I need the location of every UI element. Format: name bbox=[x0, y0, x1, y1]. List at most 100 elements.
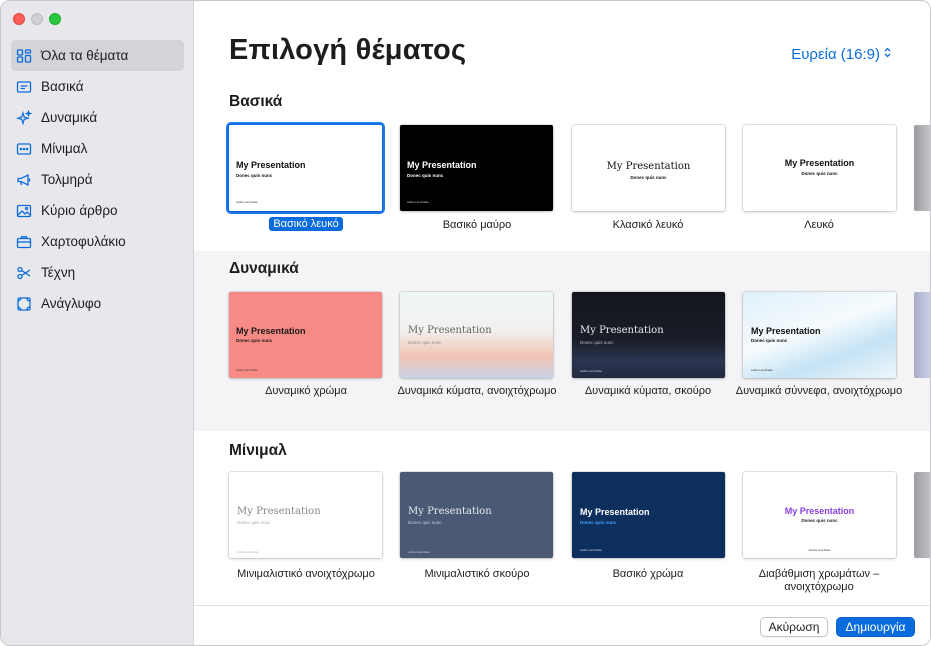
sidebar-item-dynamic[interactable]: Δυναμικά bbox=[11, 102, 184, 133]
minimize-window-button[interactable] bbox=[31, 13, 43, 25]
section-minimal: Μίνιμαλ My Presentation Donec quis nunc … bbox=[194, 431, 930, 605]
theme-thumbnail-basic-white[interactable]: My Presentation Donec quis nunc Author a… bbox=[229, 125, 382, 211]
thumb-subtitle: Donec quis nunc bbox=[801, 171, 838, 176]
theme-label[interactable]: Μινιμαλιστικό ανοιχτόχρωμο bbox=[221, 568, 391, 581]
theme-label[interactable]: Δυναμικό χρώμα bbox=[221, 385, 391, 398]
theme-label[interactable]: Βασικό χρώμα bbox=[563, 568, 733, 581]
thumb-title: My Presentation bbox=[407, 160, 477, 170]
sidebar-item-minimal[interactable]: Μίνιμαλ bbox=[11, 133, 184, 164]
photo-icon bbox=[16, 203, 32, 219]
sidebar-item-label: Χαρτοφυλάκιο bbox=[41, 234, 126, 249]
minimal-slide-icon bbox=[16, 141, 32, 157]
thumb-title: My Presentation bbox=[784, 506, 855, 516]
thumb-title: My Presentation bbox=[236, 326, 306, 336]
thumb-subtitle: Donec quis nunc bbox=[236, 338, 273, 343]
theme-label[interactable]: Δυναμικά κύματα, σκούρο bbox=[563, 385, 733, 398]
sidebar-item-portfolio[interactable]: Χαρτοφυλάκιο bbox=[11, 226, 184, 257]
cancel-button[interactable]: Ακύρωση bbox=[760, 617, 828, 637]
theme-label[interactable]: Δυναμικά σύννεφα, ανοιχτόχρωμο bbox=[734, 385, 904, 398]
theme-thumbnail-minimal-dark[interactable]: My Presentation Donec quis nunc Author a… bbox=[400, 472, 553, 558]
theme-thumbnail-minimal-light[interactable]: My Presentation Donec quis nunc Author a… bbox=[229, 472, 382, 558]
section-basic: Βασικά My Presentation Donec quis nunc A… bbox=[194, 1, 930, 251]
theme-label[interactable]: Βασικό μαύρο bbox=[392, 219, 562, 232]
section-dynamic: Δυναμικά My Presentation Donec quis nunc… bbox=[194, 251, 930, 431]
sidebar-item-label: Βασικά bbox=[41, 79, 84, 94]
theme-label[interactable]: Διαβάθμιση χρωμάτων – ανοιχτόχρωμο bbox=[734, 568, 904, 594]
sparkles-icon bbox=[16, 109, 32, 126]
theme-label[interactable]: Μινιμαλιστικό σκούρο bbox=[392, 568, 562, 581]
theme-thumbnail-dynamic-waves-dark[interactable]: My Presentation Donec quis nunc Author a… bbox=[572, 292, 725, 378]
sidebar-item-editorial[interactable]: Κύριο άρθρο bbox=[11, 195, 184, 226]
next-theme-peek bbox=[914, 292, 930, 378]
thumb-subtitle: Donec quis nunc bbox=[751, 338, 788, 343]
theme-label[interactable]: Κλασικό λευκό bbox=[563, 219, 733, 232]
theme-thumbnail-classic-white[interactable]: My Presentation Donec quis nunc bbox=[572, 125, 725, 211]
basic-slide-icon bbox=[16, 79, 32, 95]
thumb-author: Author and Date bbox=[236, 200, 258, 204]
sidebar-item-label: Δυναμικά bbox=[41, 110, 98, 125]
thumb-subtitle: Donec quis nunc bbox=[408, 340, 442, 345]
scissors-icon bbox=[16, 265, 32, 281]
grid-icon bbox=[16, 48, 32, 64]
sidebar-item-texture[interactable]: Ανάγλυφο bbox=[11, 288, 184, 319]
briefcase-icon bbox=[16, 234, 32, 250]
section-title: Μίνιμαλ bbox=[229, 442, 287, 459]
thumb-subtitle: Donec quis nunc bbox=[801, 518, 838, 523]
thumb-author: Author and Date bbox=[407, 200, 429, 204]
sidebar-item-label: Ανάγλυφο bbox=[41, 296, 102, 311]
close-window-button[interactable] bbox=[13, 13, 25, 25]
sidebar-item-label: Τέχνη bbox=[41, 265, 76, 280]
theme-label-text: Βασικό λευκό bbox=[269, 217, 343, 231]
thumb-subtitle: Donec quis nunc bbox=[580, 520, 617, 525]
thumb-author: Author and Date bbox=[408, 550, 430, 554]
theme-chooser-window: Όλα τα θέματα Βασικά Δυναμικά Μίνιμαλ Το… bbox=[0, 0, 931, 646]
thumb-title: My Presentation bbox=[784, 158, 855, 168]
theme-thumbnail-dynamic-color[interactable]: My Presentation Donec quis nunc Author a… bbox=[229, 292, 382, 378]
create-button[interactable]: Δημιουργία bbox=[836, 617, 915, 637]
section-title: Δυναμικά bbox=[229, 260, 299, 277]
megaphone-icon bbox=[16, 172, 32, 188]
theme-thumbnail-basic-color[interactable]: My Presentation Donec quis nunc Author a… bbox=[572, 472, 725, 558]
thumb-author: Author and Date bbox=[237, 550, 259, 554]
thumb-subtitle: Donec quis nunc bbox=[408, 520, 442, 525]
thumb-subtitle: Donec quis nunc bbox=[630, 175, 667, 180]
sidebar-item-art[interactable]: Τέχνη bbox=[11, 257, 184, 288]
sidebar-item-label: Μίνιμαλ bbox=[41, 141, 88, 156]
thumb-author: Author and Date bbox=[580, 548, 602, 552]
sidebar-item-all-themes[interactable]: Όλα τα θέματα bbox=[11, 40, 184, 71]
theme-label[interactable]: Δυναμικά κύματα, ανοιχτόχρωμο bbox=[392, 385, 562, 398]
thumb-author: Author and Date bbox=[580, 369, 602, 373]
window-controls bbox=[13, 13, 61, 25]
next-theme-peek bbox=[914, 472, 930, 558]
thumb-title: My Presentation bbox=[751, 326, 821, 336]
thumb-subtitle: Donec quis nunc bbox=[407, 173, 444, 178]
theme-thumbnail-basic-black[interactable]: My Presentation Donec quis nunc Author a… bbox=[400, 125, 553, 211]
dialog-footer: Ακύρωση Δημιουργία bbox=[194, 605, 930, 645]
sidebar-item-bold[interactable]: Τολμηρά bbox=[11, 164, 184, 195]
thumb-author: Author and Date bbox=[236, 368, 258, 372]
sidebar-item-label: Όλα τα θέματα bbox=[41, 48, 129, 63]
thumb-title: My Presentation bbox=[237, 506, 321, 517]
theme-category-list: Όλα τα θέματα Βασικά Δυναμικά Μίνιμαλ Το… bbox=[11, 40, 184, 319]
thumb-subtitle: Donec quis nunc bbox=[237, 520, 271, 525]
theme-thumbnail-dynamic-waves-light[interactable]: My Presentation Donec quis nunc bbox=[400, 292, 553, 378]
thumb-author: Author and Date bbox=[751, 368, 773, 372]
thumb-title: My Presentation bbox=[606, 161, 691, 172]
zoom-window-button[interactable] bbox=[49, 13, 61, 25]
next-theme-peek bbox=[914, 125, 930, 211]
theme-gallery: Επιλογή θέματος Ευρεία (16:9) Βασικά My … bbox=[194, 1, 930, 645]
theme-thumbnail-color-gradient-light[interactable]: My Presentation Donec quis nunc Author a… bbox=[743, 472, 896, 558]
theme-thumbnail-dynamic-clouds-light[interactable]: My Presentation Donec quis nunc Author a… bbox=[743, 292, 896, 378]
sidebar-item-label: Κύριο άρθρο bbox=[41, 203, 118, 218]
thumb-author: Author and Date bbox=[808, 548, 831, 552]
thumb-title: My Presentation bbox=[408, 506, 492, 517]
sidebar-item-basic[interactable]: Βασικά bbox=[11, 71, 184, 102]
theme-thumbnail-white[interactable]: My Presentation Donec quis nunc bbox=[743, 125, 896, 211]
texture-icon bbox=[16, 296, 32, 312]
thumb-subtitle: Donec quis nunc bbox=[236, 173, 273, 178]
theme-label[interactable]: Βασικό λευκό bbox=[221, 217, 391, 231]
theme-label[interactable]: Λευκό bbox=[734, 219, 904, 232]
thumb-title: My Presentation bbox=[580, 325, 664, 336]
thumb-title: My Presentation bbox=[408, 325, 492, 336]
section-title: Βασικά bbox=[229, 93, 283, 110]
